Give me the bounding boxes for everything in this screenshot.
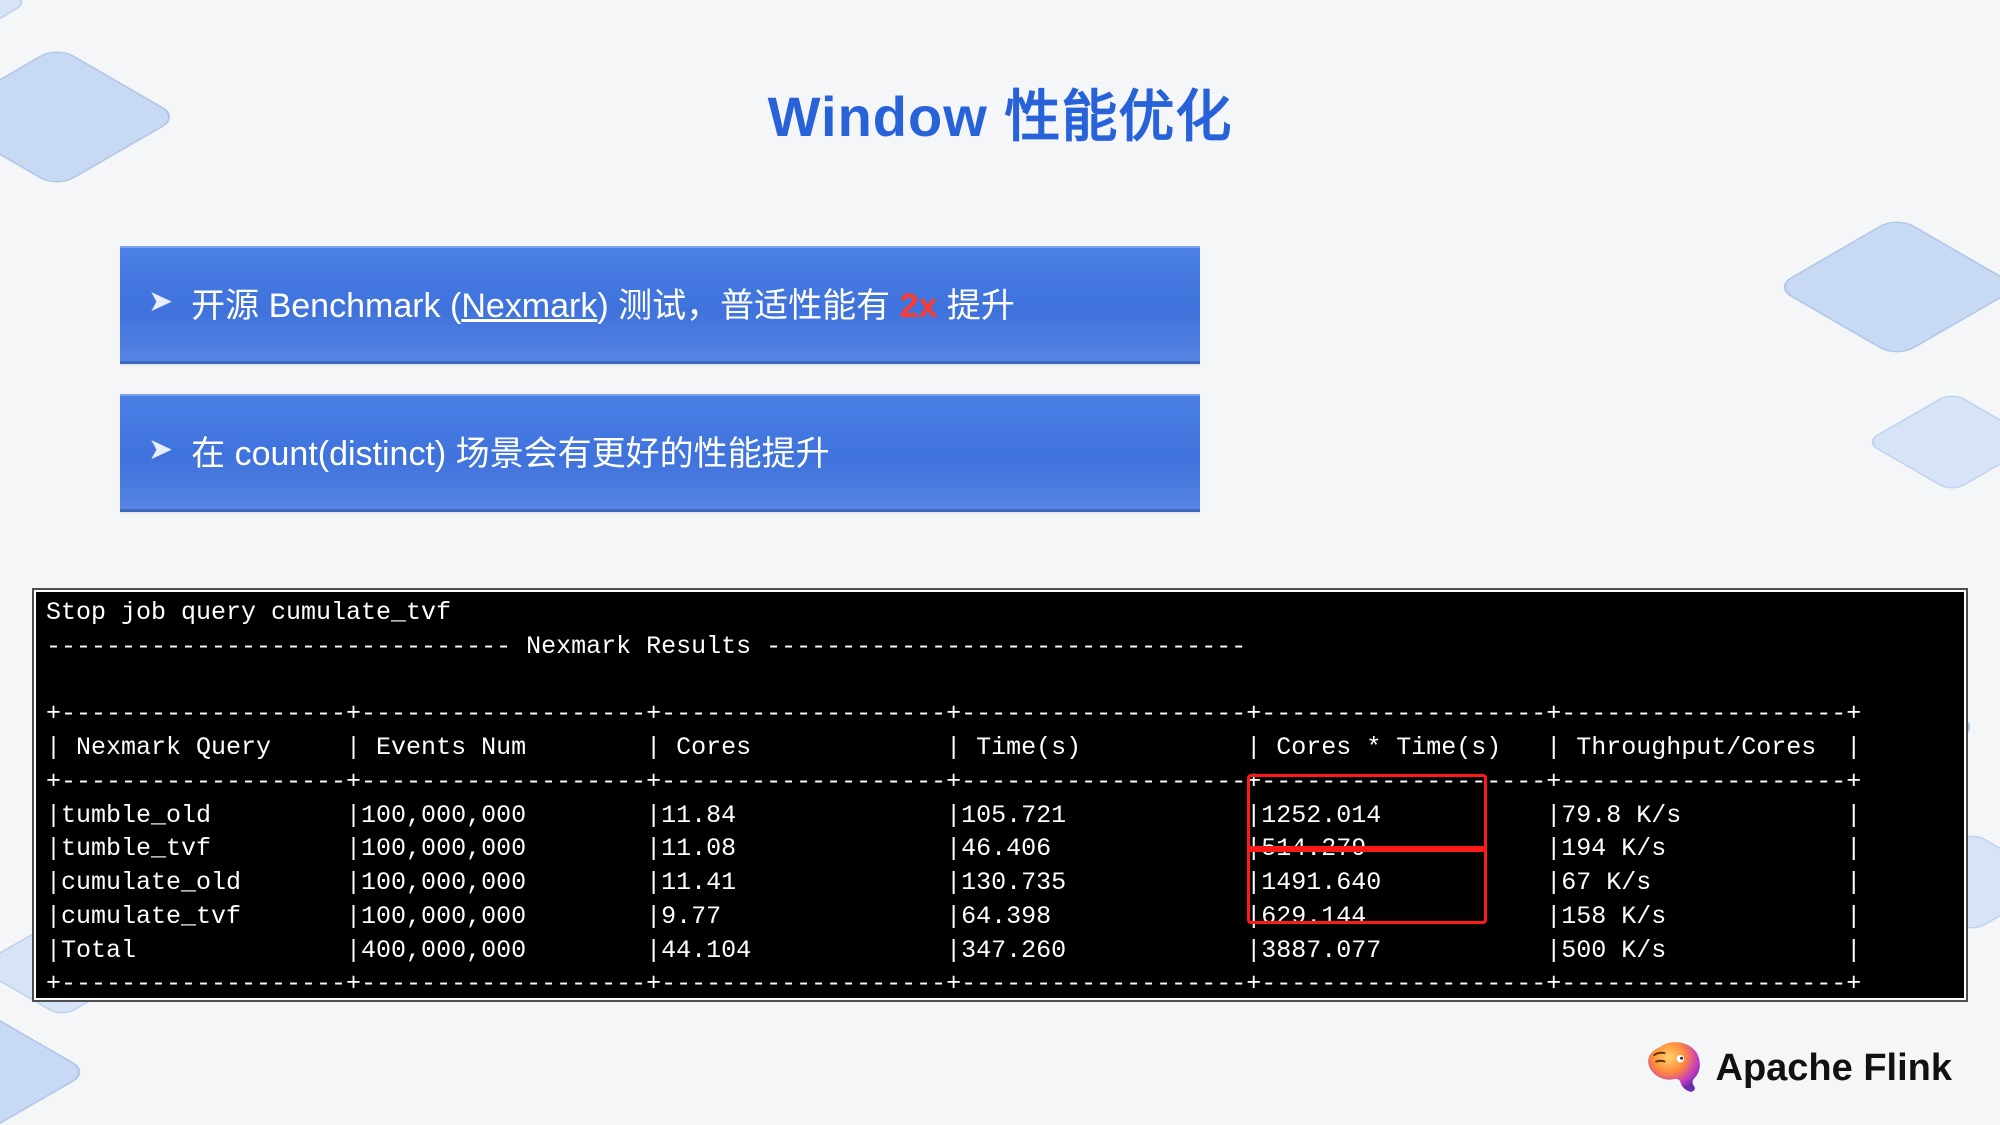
bullet-list: ➤ 开源 Benchmark (Nexmark) 测试，普适性能有 2x 提升 … <box>120 246 1200 542</box>
bullet-item-2: ➤ 在 count(distinct) 场景会有更好的性能提升 <box>120 394 1200 512</box>
bullet-item-1: ➤ 开源 Benchmark (Nexmark) 测试，普适性能有 2x 提升 <box>120 246 1200 364</box>
bullet-text-1: 开源 Benchmark (Nexmark) 测试，普适性能有 2x 提升 <box>191 278 1015 327</box>
terminal-output: Stop job query cumulate_tvf ------------… <box>40 596 1960 994</box>
chevron-right-icon: ➤ <box>148 284 173 319</box>
bullet-1-link: Nexmark <box>461 287 597 325</box>
bullet-1-prefix: 开源 Benchmark ( <box>191 287 461 325</box>
bullet-1-suffix: 提升 <box>937 287 1014 325</box>
bullet-text-2: 在 count(distinct) 场景会有更好的性能提升 <box>191 426 830 475</box>
brand-footer: Apache Flink <box>1642 1041 1953 1095</box>
bullet-1-highlight: 2x <box>900 287 938 325</box>
slide-title: Window 性能优化 <box>0 72 2000 153</box>
brand-name: Apache Flink <box>1716 1047 1953 1090</box>
terminal-panel: Stop job query cumulate_tvf ------------… <box>32 588 1968 1002</box>
flink-logo-icon <box>1642 1041 1702 1095</box>
chevron-right-icon: ➤ <box>148 432 173 467</box>
bullet-1-mid: ) 测试，普适性能有 <box>597 287 899 325</box>
